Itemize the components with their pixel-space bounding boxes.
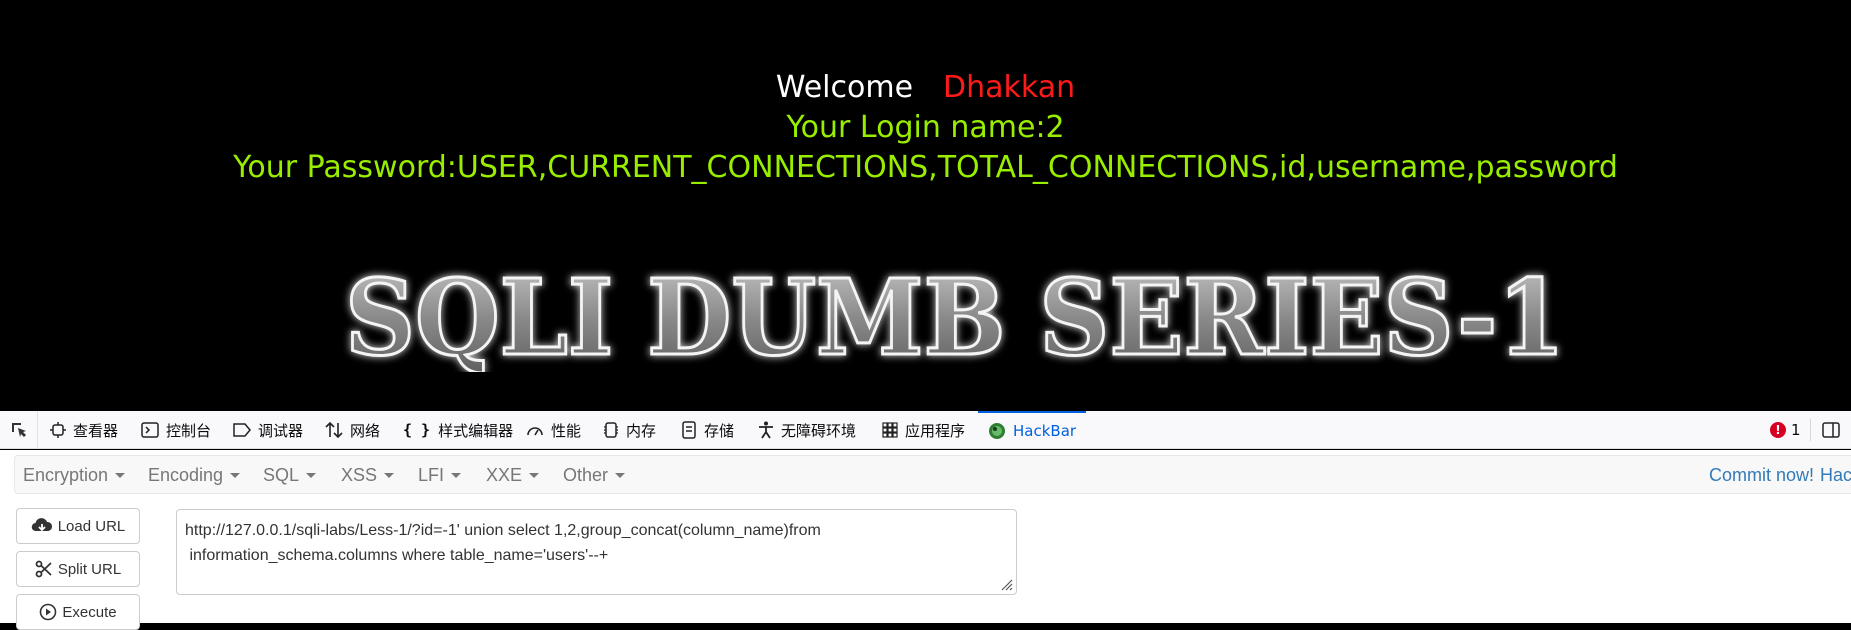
tab-label: 无障碍环境 [781, 421, 857, 440]
menu-xss[interactable]: XSS [341, 456, 395, 495]
inspector-icon [50, 422, 66, 438]
storage-icon [682, 421, 696, 439]
cloud-download-icon [31, 518, 52, 532]
resize-grip-icon[interactable] [999, 577, 1013, 591]
load-url-button[interactable]: Load URL [16, 508, 140, 544]
caret-down-icon [115, 473, 126, 478]
error-count-indicator[interactable]: ! 1 [1770, 411, 1801, 449]
tab-label: 样式编辑器 [438, 421, 514, 440]
tab-label: 控制台 [166, 421, 212, 440]
scissors-icon [35, 560, 52, 578]
button-label: Load URL [57, 517, 126, 535]
menu-other[interactable]: Other [563, 456, 626, 495]
tab-inspector[interactable]: 查看器 [50, 411, 118, 449]
tab-accessibility[interactable]: 无障碍环境 [758, 411, 856, 449]
menu-label: LFI [418, 465, 445, 485]
hackbar-navbar: Encryption Encoding SQL XSS LFI XXE Othe… [14, 455, 1851, 494]
error-icon: ! [1770, 422, 1786, 438]
memory-icon [604, 422, 618, 438]
login-name-text: Your Login name:2 [786, 110, 1065, 145]
hackbar-brand-text: HackB [1820, 465, 1851, 485]
tab-network[interactable]: 网络 [325, 411, 380, 449]
menu-label: SQL [263, 465, 300, 485]
menu-label: Other [563, 465, 609, 485]
menu-encryption[interactable]: Encryption [23, 456, 126, 495]
menu-label: Encryption [23, 465, 109, 485]
devtools-toolbar: 查看器 控制台 调试器 网络 { } 样式编辑器 性能 内存 存储 无障碍环境 … [0, 411, 1851, 449]
tab-storage[interactable]: 存储 [681, 411, 734, 449]
tab-application[interactable]: 应用程序 [882, 411, 965, 449]
performance-icon [527, 427, 543, 436]
menu-xxe[interactable]: XXE [486, 456, 540, 495]
tab-label: 应用程序 [905, 421, 966, 440]
welcome-text: Welcome [775, 70, 914, 105]
caret-down-icon [306, 473, 317, 478]
hackbar-icon [989, 423, 1005, 439]
caret-down-icon [451, 473, 462, 478]
dock-side-icon [1822, 422, 1840, 438]
tab-style-editor[interactable]: { } 样式编辑器 [403, 411, 513, 449]
caret-down-icon [230, 473, 241, 478]
console-icon [141, 422, 159, 438]
tab-label: 内存 [626, 421, 657, 440]
accessibility-icon [759, 421, 773, 439]
url-textarea[interactable]: http://127.0.0.1/sqli-labs/Less-1/?id=-1… [176, 509, 1017, 595]
button-label: Split URL [57, 560, 122, 578]
tab-hackbar[interactable]: HackBar [978, 411, 1087, 449]
tab-memory[interactable]: 内存 [603, 411, 656, 449]
menu-label: XXE [486, 465, 523, 485]
application-icon [882, 422, 898, 438]
tab-performance[interactable]: 性能 [526, 411, 581, 449]
network-icon [325, 421, 343, 439]
button-label: Execute [62, 603, 117, 621]
error-count: 1 [1791, 421, 1801, 439]
play-circle-icon [40, 603, 57, 621]
tab-label: 性能 [551, 421, 582, 440]
commit-text: Commit now! [1709, 465, 1815, 485]
style-editor-icon: { } [403, 421, 431, 439]
menu-sql[interactable]: SQL [263, 456, 317, 495]
dock-toggle-button[interactable] [1822, 411, 1840, 449]
menu-label: Encoding [148, 465, 224, 485]
tab-label: 存储 [704, 421, 735, 440]
toolbar-divider [1810, 419, 1811, 441]
debugger-icon [233, 423, 251, 437]
tab-label: 调试器 [258, 421, 304, 440]
commit-now-link[interactable]: Commit now!HackB [1709, 456, 1851, 495]
tab-label: 查看器 [73, 421, 119, 440]
menu-lfi[interactable]: LFI [418, 456, 462, 495]
password-text: Your Password:USER,CURRENT_CONNECTIONS,T… [233, 150, 1618, 185]
logo-text: SQLI DUMB SERIES-1 [345, 262, 1565, 372]
tab-label: HackBar [1013, 422, 1077, 440]
caret-down-icon [615, 473, 626, 478]
element-picker-button[interactable] [0, 411, 38, 449]
caret-down-icon [384, 473, 395, 478]
hackbar-body: Load URL Split URL Execute http://127.0.… [0, 494, 1851, 630]
menu-encoding[interactable]: Encoding [148, 456, 241, 495]
user-name-text: Dhakkan [943, 70, 1076, 105]
welcome-line: Welcome Dhakkan [0, 68, 1851, 108]
element-picker-icon [11, 423, 26, 437]
tab-console[interactable]: 控制台 [141, 411, 211, 449]
tab-debugger[interactable]: 调试器 [233, 411, 303, 449]
menu-label: XSS [341, 465, 378, 485]
sqli-dumb-series-logo: SQLI DUMB SERIES-1 [344, 262, 1567, 372]
tab-label: 网络 [350, 421, 381, 440]
execute-button[interactable]: Execute [16, 594, 140, 630]
split-url-button[interactable]: Split URL [16, 551, 140, 587]
caret-down-icon [529, 473, 540, 478]
hackbar-menu-bar: Encryption Encoding SQL XSS LFI XXE Othe… [0, 450, 1851, 494]
web-page-content: Welcome Dhakkan Your Login name:2 Your Pa… [0, 0, 1851, 411]
